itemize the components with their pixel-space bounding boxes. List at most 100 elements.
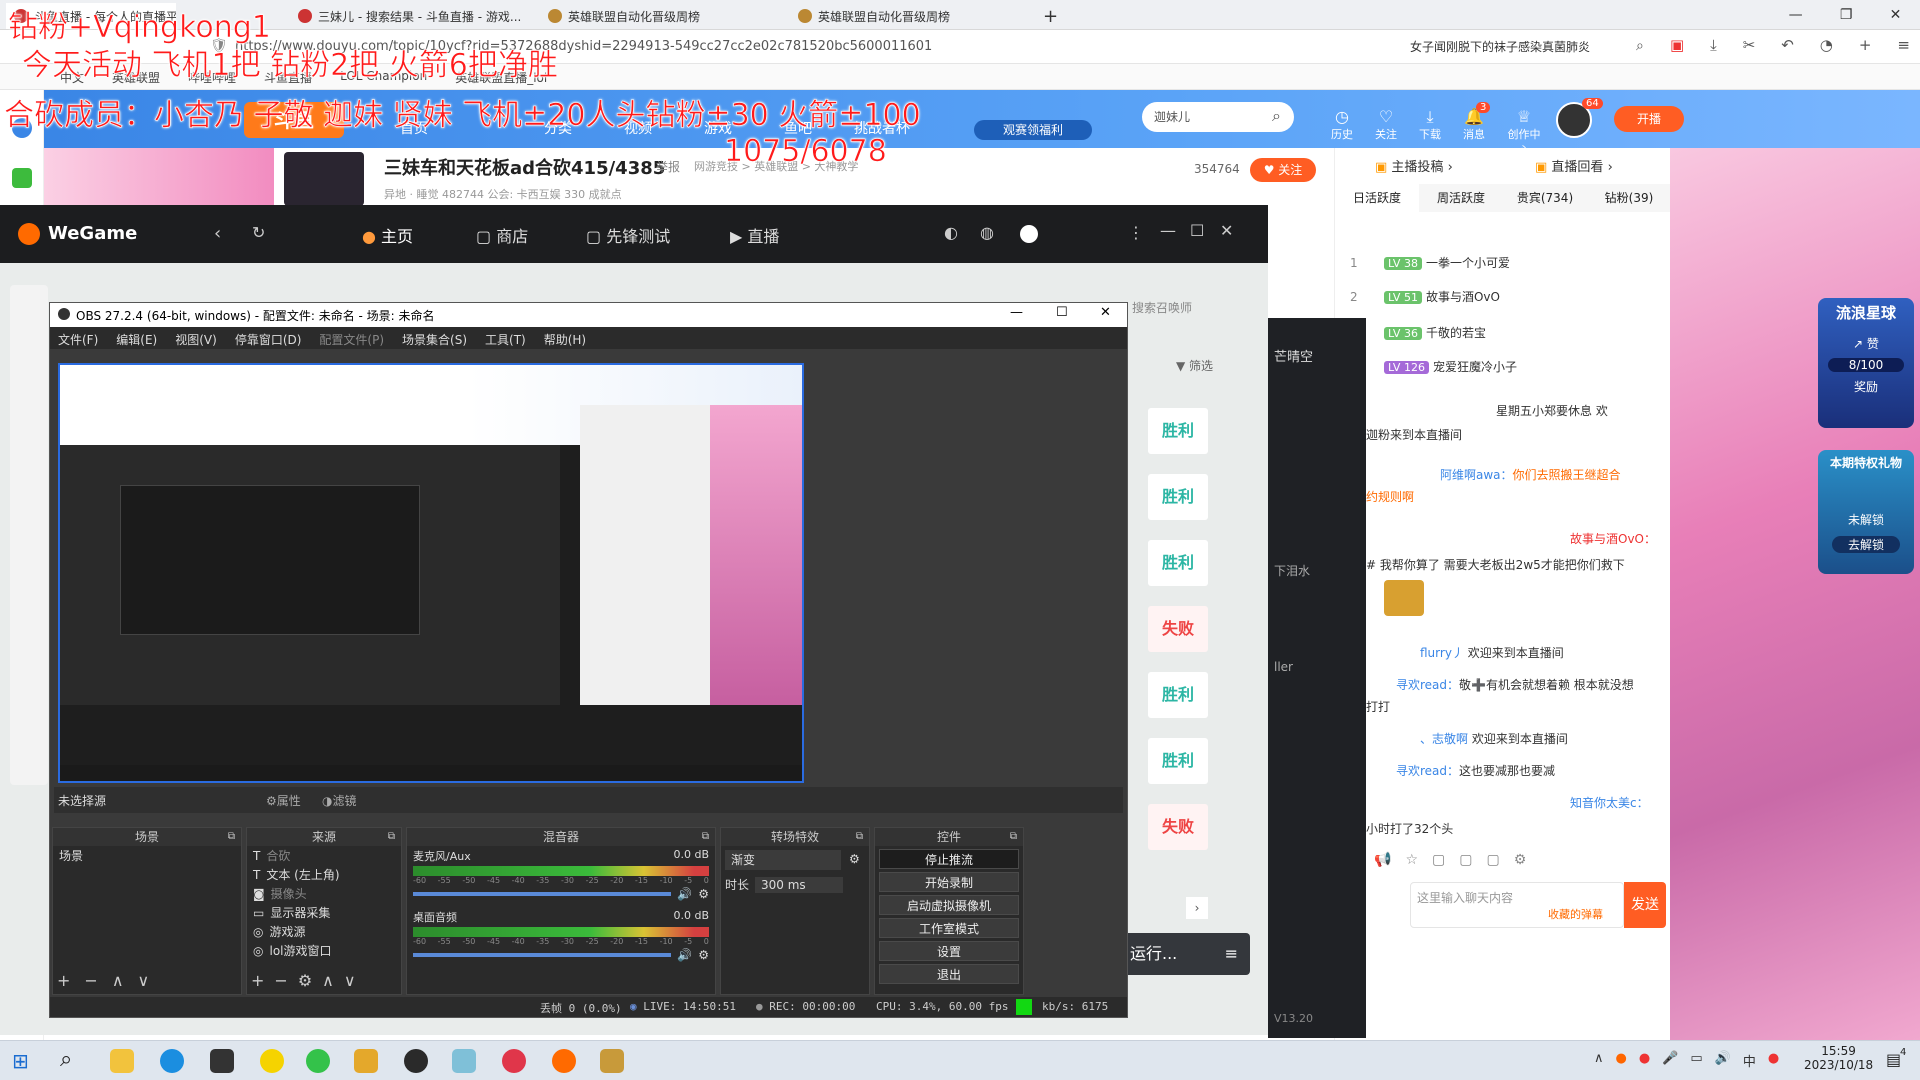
menu-icon[interactable]: ⋮ (1128, 223, 1144, 242)
source-item[interactable]: ▭ 显示器采集 (247, 903, 401, 922)
file-explorer-icon[interactable] (110, 1049, 134, 1073)
menu-file[interactable]: 文件(F) (58, 331, 98, 348)
maximize-icon[interactable]: ☐ (1190, 221, 1204, 240)
search-icon[interactable]: ⌕ (60, 1047, 72, 1072)
add-icon[interactable]: + (251, 971, 264, 990)
properties-button[interactable]: ⚙属性 (266, 792, 301, 809)
browser-icon[interactable] (160, 1049, 184, 1073)
speaker-icon[interactable]: 🔊 (677, 948, 692, 962)
close-icon[interactable]: ✕ (1220, 221, 1233, 240)
tab-daily[interactable]: 日活跃度 (1335, 184, 1419, 212)
tab-diamond[interactable]: 钻粉(39) (1587, 184, 1671, 212)
back-icon[interactable]: ‹ (214, 223, 221, 244)
wallet-icon[interactable]: ▢ (1486, 852, 1499, 872)
minimize-icon[interactable]: — (1010, 305, 1023, 320)
menu-tools[interactable]: 工具(T) (485, 331, 526, 348)
minimize-icon[interactable]: — (1789, 7, 1803, 23)
down-icon[interactable]: ∨ (344, 971, 356, 990)
go-live-button[interactable]: 开播 (1614, 106, 1684, 132)
close-icon[interactable]: ✕ (1890, 7, 1902, 23)
menu-scene-collection[interactable]: 场景集合(S) (402, 331, 467, 348)
report-link[interactable]: 举报 (656, 158, 680, 175)
extension-icon[interactable]: ▣ (1670, 36, 1684, 58)
speaker-icon[interactable]: 🔊 (677, 887, 692, 901)
app-icon[interactable] (210, 1049, 234, 1073)
match-result[interactable]: 胜利 (1148, 672, 1208, 718)
menu-icon[interactable]: ≡ (1897, 36, 1910, 58)
add-icon[interactable]: + (57, 971, 70, 990)
rank-row[interactable]: LV 51 故事与酒OvO (1384, 288, 1500, 305)
menu-view[interactable]: 视图(V) (175, 331, 217, 348)
send-button[interactable]: 发送 (1624, 882, 1666, 928)
close-icon[interactable]: ✕ (1100, 305, 1111, 320)
volume-slider[interactable] (413, 892, 672, 896)
search-icon[interactable]: ⌕ (1272, 106, 1281, 126)
tray-app-icon[interactable]: ● (1639, 1051, 1650, 1070)
replay-button[interactable]: ▣ 直播回看 › (1535, 156, 1613, 175)
profile-icon[interactable] (1020, 225, 1038, 243)
app-icon[interactable] (354, 1049, 378, 1073)
app-icon[interactable] (260, 1049, 284, 1073)
search-icon[interactable]: ⌕ (1636, 38, 1644, 54)
rank-row[interactable]: LV 38 一拳一个小可爱 (1384, 254, 1510, 271)
source-item[interactable]: T 文本 (左上角) (247, 865, 401, 884)
filter-button[interactable]: ▼ 筛选 (1176, 357, 1213, 374)
notification-icon[interactable]: ▤ (1886, 1050, 1901, 1069)
wechat-icon[interactable] (306, 1049, 330, 1073)
start-recording-button[interactable]: 开始录制 (879, 872, 1019, 892)
next-page-icon[interactable]: › (1186, 897, 1208, 919)
game-icon[interactable]: ◐ (944, 223, 958, 242)
up-icon[interactable]: ∧ (322, 971, 334, 990)
ime-indicator[interactable]: 中 (1743, 1051, 1756, 1070)
menu-help[interactable]: 帮助(H) (544, 331, 586, 348)
menu-profile[interactable]: 配置文件(P) (319, 331, 384, 348)
remove-icon[interactable]: − (84, 971, 97, 990)
down-icon[interactable]: ∨ (138, 971, 150, 990)
sound-icon[interactable]: ◍ (980, 223, 994, 242)
history-icon[interactable]: ◔ (1820, 36, 1833, 58)
lol-icon[interactable] (600, 1049, 624, 1073)
gear-icon[interactable]: ⚙ (698, 887, 709, 901)
menu-edit[interactable]: 编辑(E) (116, 331, 157, 348)
stop-streaming-button[interactable]: 停止推流 (879, 849, 1019, 869)
browser-tab[interactable]: 英雄联盟自动化晋级周榜 (790, 3, 1030, 29)
volume-icon[interactable]: 🔊 (1715, 1051, 1731, 1070)
obs-preview[interactable] (58, 363, 804, 783)
summoner-search-input[interactable]: 搜索召唤师 (1132, 299, 1192, 316)
gear-icon[interactable]: ⚙ (849, 852, 860, 866)
tab-weekly[interactable]: 周活跃度 (1419, 184, 1503, 212)
history-button[interactable]: ◷ 历史 (1326, 108, 1358, 142)
undo-icon[interactable]: ↶ (1781, 36, 1794, 58)
up-icon[interactable]: ∧ (112, 971, 124, 990)
app-icon[interactable] (452, 1049, 476, 1073)
obs-icon[interactable] (404, 1049, 428, 1073)
wegame-icon[interactable] (552, 1049, 576, 1073)
follow-button[interactable]: ♡ 关注 (1370, 108, 1402, 142)
wechat-icon[interactable] (12, 168, 32, 188)
maximize-icon[interactable]: ☐ (1056, 305, 1068, 320)
menu-docks[interactable]: 停靠窗口(D) (235, 331, 302, 348)
horn-icon[interactable]: 📢 (1374, 852, 1391, 872)
source-item[interactable]: ◙ 摄像头 (247, 884, 401, 903)
settings-icon[interactable]: ⚙ (1514, 852, 1527, 872)
tray-app-icon[interactable]: ● (1616, 1051, 1627, 1070)
match-result[interactable]: 失败 (1148, 804, 1208, 850)
mic-icon[interactable]: 🎤 (1662, 1051, 1678, 1070)
transition-select[interactable]: 渐变 (725, 850, 841, 870)
wg-nav-live[interactable]: ▶ 直播 (730, 223, 779, 247)
unlock-button[interactable]: 去解锁 (1832, 536, 1900, 553)
new-tab-button[interactable]: + (1035, 3, 1061, 29)
remove-icon[interactable]: − (274, 971, 287, 990)
start-icon[interactable]: ⊞ (12, 1049, 29, 1073)
maximize-icon[interactable]: ❐ (1840, 7, 1853, 23)
match-result[interactable]: 胜利 (1148, 540, 1208, 586)
studio-mode-button[interactable]: 工作室模式 (879, 918, 1019, 938)
match-result[interactable]: 胜利 (1148, 738, 1208, 784)
match-result[interactable]: 胜利 (1148, 474, 1208, 520)
source-item[interactable]: ◎ lol游戏窗口 (247, 941, 401, 960)
message-button[interactable]: 🔔 消息 (1458, 108, 1490, 142)
browser-tab[interactable]: 三妹儿 - 搜索结果 - 斗鱼直播 - 游戏... (290, 3, 530, 29)
follow-button[interactable]: ♥ 关注 (1250, 158, 1316, 182)
wg-nav-home[interactable]: ● 主页 (362, 223, 413, 247)
settings-button[interactable]: 设置 (879, 941, 1019, 961)
